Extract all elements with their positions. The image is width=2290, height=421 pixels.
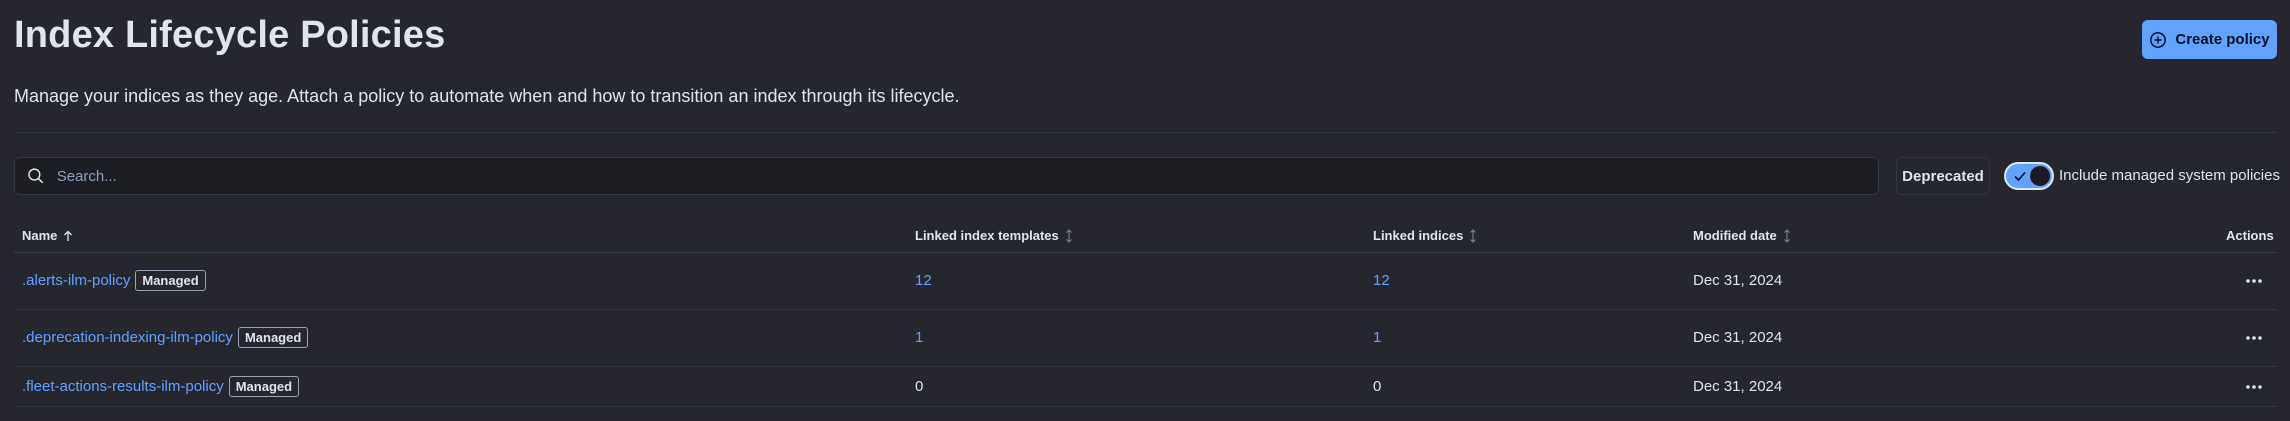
ellipsis-icon[interactable]	[2245, 275, 2263, 287]
sort-arrows-icon	[1783, 228, 1790, 243]
linked-templates-count: 0	[915, 378, 924, 395]
column-header-actions-label: Actions	[2226, 228, 2274, 243]
column-header-linked-indices-label: Linked indices	[1373, 228, 1464, 243]
row-divider	[14, 406, 2277, 407]
managed-badge: Managed	[237, 327, 309, 348]
row-divider	[14, 366, 2277, 367]
linked-templates-link[interactable]: 1	[915, 329, 923, 346]
ellipsis-icon[interactable]	[2245, 332, 2263, 344]
policy-name-cell: .alerts-ilm-policy Managed	[22, 270, 206, 291]
policy-name-link[interactable]: .deprecation-indexing-ilm-policy	[22, 329, 233, 346]
page-description: Manage your indices as they age. Attach …	[14, 86, 960, 106]
search-box[interactable]	[14, 157, 1879, 195]
toggle-knob	[2030, 166, 2050, 186]
search-input[interactable]	[54, 166, 1878, 186]
table-header-divider	[14, 252, 2277, 253]
column-header-linked-templates[interactable]: Linked index templates	[915, 228, 1073, 243]
linked-indices-link[interactable]: 1	[1373, 329, 1381, 346]
header-divider	[14, 132, 2277, 133]
modified-date: Dec 31, 2024	[1693, 329, 1783, 346]
create-policy-label: Create policy	[2175, 31, 2270, 48]
search-icon	[28, 168, 44, 184]
managed-badge: Managed	[135, 270, 206, 291]
column-header-linked-templates-label: Linked index templates	[915, 228, 1059, 243]
linked-indices-count: 0	[1373, 378, 1382, 395]
plus-in-circle-icon	[2150, 31, 2167, 48]
policy-name-link[interactable]: .alerts-ilm-policy	[22, 272, 130, 289]
column-header-modified-date-label: Modified date	[1693, 228, 1777, 243]
column-header-actions: Actions	[2226, 228, 2274, 243]
sort-arrows-icon	[1470, 228, 1477, 243]
row-divider	[14, 309, 2277, 310]
policy-name-cell: .fleet-actions-results-ilm-policy Manage…	[22, 376, 300, 397]
check-icon	[2014, 171, 2026, 182]
modified-date: Dec 31, 2024	[1693, 378, 1783, 395]
managed-policies-toggle[interactable]	[2004, 162, 2054, 190]
arrow-up-icon	[64, 230, 73, 241]
modified-date: Dec 31, 2024	[1693, 272, 1783, 289]
policy-name-cell: .deprecation-indexing-ilm-policy Managed	[22, 327, 309, 348]
column-header-linked-indices[interactable]: Linked indices	[1373, 228, 1477, 243]
policy-name-link[interactable]: .fleet-actions-results-ilm-policy	[22, 378, 224, 395]
column-header-name-label: Name	[22, 228, 58, 243]
ellipsis-icon[interactable]	[2245, 381, 2263, 393]
linked-indices-link[interactable]: 12	[1373, 272, 1390, 289]
managed-badge: Managed	[228, 376, 300, 397]
managed-policies-toggle-label[interactable]: Include managed system policies	[2059, 167, 2280, 184]
deprecated-filter-button[interactable]: Deprecated	[1896, 157, 1990, 195]
page-title: Index Lifecycle Policies	[14, 14, 446, 56]
create-policy-button[interactable]: Create policy	[2142, 20, 2277, 59]
sort-arrows-icon	[1065, 228, 1072, 243]
column-header-modified-date[interactable]: Modified date	[1693, 228, 1791, 243]
column-header-name[interactable]: Name	[22, 228, 73, 243]
linked-templates-link[interactable]: 12	[915, 272, 932, 289]
